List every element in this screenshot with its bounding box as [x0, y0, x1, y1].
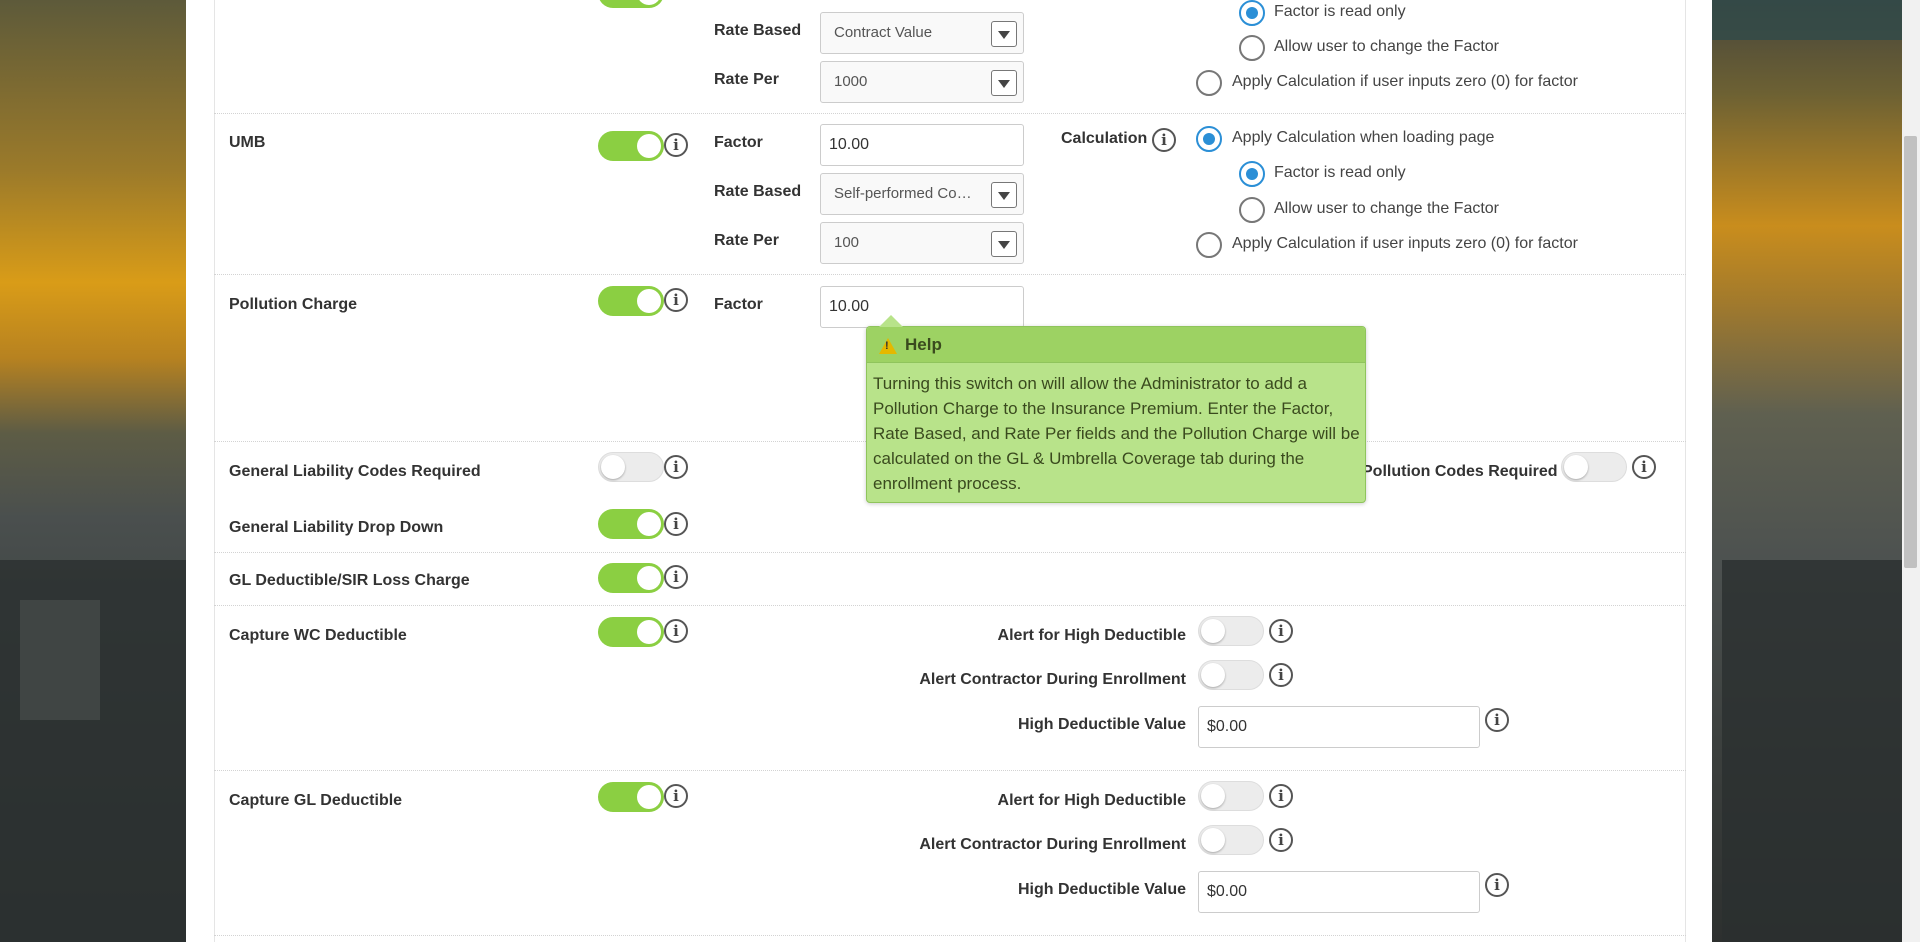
divider	[214, 274, 1686, 275]
umb-rate-per-value: 100	[834, 234, 860, 251]
umb-rate-based-select[interactable]: Self-performed Contr...	[820, 173, 1024, 215]
gl-alert-contractor-toggle[interactable]	[1198, 825, 1264, 855]
wc-alert-high-deductible-toggle[interactable]	[1198, 616, 1264, 646]
umb-radio-factor-read-only-label: Factor is read only	[1274, 164, 1406, 181]
capture-wc-deductible-label: Capture WC Deductible	[229, 627, 407, 644]
info-icon[interactable]: i	[1269, 784, 1293, 808]
umb-radio-allow-change[interactable]	[1239, 197, 1265, 223]
info-icon[interactable]: i	[664, 133, 688, 157]
gl-dropdown-label: General Liability Drop Down	[229, 519, 444, 536]
tooltip-body: Turning this switch on will allow the Ad…	[873, 374, 1360, 493]
info-icon[interactable]: i	[1269, 663, 1293, 687]
gl-alert-high-deductible-toggle[interactable]	[1198, 781, 1264, 811]
background-image-left	[0, 0, 186, 942]
capture-wc-deductible-toggle[interactable]	[598, 617, 664, 647]
radio-loading-page-label: Apply Calculation when loading page	[1232, 129, 1495, 146]
info-icon[interactable]: i	[1485, 873, 1509, 897]
tooltip-title: Help	[905, 335, 942, 354]
rate-based-select[interactable]: Contract Value	[820, 12, 1024, 54]
info-icon[interactable]: i	[1152, 128, 1176, 152]
info-icon[interactable]: i	[664, 455, 688, 479]
settings-panel: Rate Based Contract Value Rate Per 1000 …	[186, 0, 1712, 942]
info-icon[interactable]: i	[1269, 828, 1293, 852]
info-icon[interactable]: i	[664, 784, 688, 808]
radio-factor-read-only-label: Factor is read only	[1274, 3, 1406, 20]
info-icon[interactable]: i	[664, 512, 688, 536]
divider	[214, 113, 1686, 114]
wc-alert-high-deductible-label: Alert for High Deductible	[997, 627, 1186, 644]
rate-per-value: 1000	[834, 73, 868, 90]
gl-codes-required-toggle[interactable]	[598, 452, 664, 482]
umb-label: UMB	[229, 134, 266, 151]
rate-per-label: Rate Per	[714, 71, 779, 88]
pollution-charge-label: Pollution Charge	[229, 296, 357, 313]
tooltip-header: ! Help	[867, 327, 1365, 363]
info-icon[interactable]: i	[664, 288, 688, 312]
gl-alert-high-deductible-label: Alert for High Deductible	[997, 792, 1186, 809]
radio-apply-zero-label: Apply Calculation if user inputs zero (0…	[1232, 73, 1578, 90]
umb-rate-based-label: Rate Based	[714, 183, 802, 200]
scrollbar-thumb[interactable]	[1904, 136, 1917, 568]
umb-radio-apply-zero[interactable]	[1196, 232, 1222, 258]
pollution-codes-required-label: Pollution Codes Required	[1362, 463, 1558, 480]
divider	[214, 605, 1686, 606]
rate-based-label: Rate Based	[714, 22, 802, 39]
umb-factor-input[interactable]: 10.00	[820, 124, 1024, 166]
info-icon[interactable]: i	[664, 619, 688, 643]
divider	[214, 770, 1686, 771]
umb-factor-label: Factor	[714, 134, 763, 151]
wc-high-deductible-value-label: High Deductible Value	[1017, 716, 1186, 733]
background-image-right	[1712, 0, 1902, 942]
dropdown-arrow-icon	[991, 231, 1017, 257]
wc-alert-contractor-toggle[interactable]	[1198, 660, 1264, 690]
wc-alert-contractor-label: Alert Contractor During Enrollment	[919, 671, 1186, 688]
info-icon[interactable]: i	[1632, 455, 1656, 479]
dropdown-arrow-icon	[991, 21, 1017, 47]
radio-allow-change-label: Allow user to change the Factor	[1274, 38, 1500, 55]
info-icon[interactable]: i	[664, 565, 688, 589]
umb-radio-apply-zero-label: Apply Calculation if user inputs zero (0…	[1232, 235, 1578, 252]
gl-dropdown-toggle[interactable]	[598, 509, 664, 539]
radio-allow-change[interactable]	[1239, 35, 1265, 61]
umb-rate-based-value: Self-performed Contr...	[834, 185, 972, 202]
top-toggle[interactable]	[598, 0, 664, 8]
divider	[214, 552, 1686, 553]
rate-based-value: Contract Value	[834, 24, 933, 41]
gl-deductible-sir-toggle[interactable]	[598, 563, 664, 593]
gl-alert-contractor-label: Alert Contractor During Enrollment	[919, 836, 1186, 853]
pollution-charge-toggle[interactable]	[598, 286, 664, 316]
capture-gl-deductible-toggle[interactable]	[598, 782, 664, 812]
gl-codes-required-label: General Liability Codes Required	[229, 463, 481, 480]
umb-calculation-label: Calculation	[1061, 130, 1148, 147]
radio-loading-page[interactable]	[1196, 126, 1222, 152]
dropdown-arrow-icon	[991, 182, 1017, 208]
tooltip-pointer	[879, 315, 903, 327]
dropdown-arrow-icon	[991, 70, 1017, 96]
radio-apply-zero[interactable]	[1196, 70, 1222, 96]
wc-high-deductible-value-input[interactable]: $0.00	[1198, 706, 1480, 748]
divider	[214, 935, 1686, 936]
umb-radio-factor-read-only[interactable]	[1239, 161, 1265, 187]
pollution-factor-input[interactable]: 10.00	[820, 286, 1024, 328]
gl-high-deductible-value-input[interactable]: $0.00	[1198, 871, 1480, 913]
umb-radio-allow-change-label: Allow user to change the Factor	[1274, 200, 1500, 217]
umb-toggle[interactable]	[598, 131, 664, 161]
radio-factor-read-only[interactable]	[1239, 0, 1265, 26]
gl-deductible-sir-label: GL Deductible/SIR Loss Charge	[229, 572, 470, 589]
gl-high-deductible-value-label: High Deductible Value	[1017, 881, 1186, 898]
umb-rate-per-label: Rate Per	[714, 232, 779, 249]
help-tooltip: ! Help Turning this switch on will allow…	[866, 315, 1366, 503]
info-icon[interactable]: i	[1269, 619, 1293, 643]
rate-per-select[interactable]: 1000	[820, 61, 1024, 103]
pollution-codes-required-toggle[interactable]	[1561, 452, 1627, 482]
capture-gl-deductible-label: Capture GL Deductible	[229, 792, 403, 809]
umb-rate-per-select[interactable]: 100	[820, 222, 1024, 264]
pollution-factor-label: Factor	[714, 296, 763, 313]
info-icon[interactable]: i	[1485, 708, 1509, 732]
